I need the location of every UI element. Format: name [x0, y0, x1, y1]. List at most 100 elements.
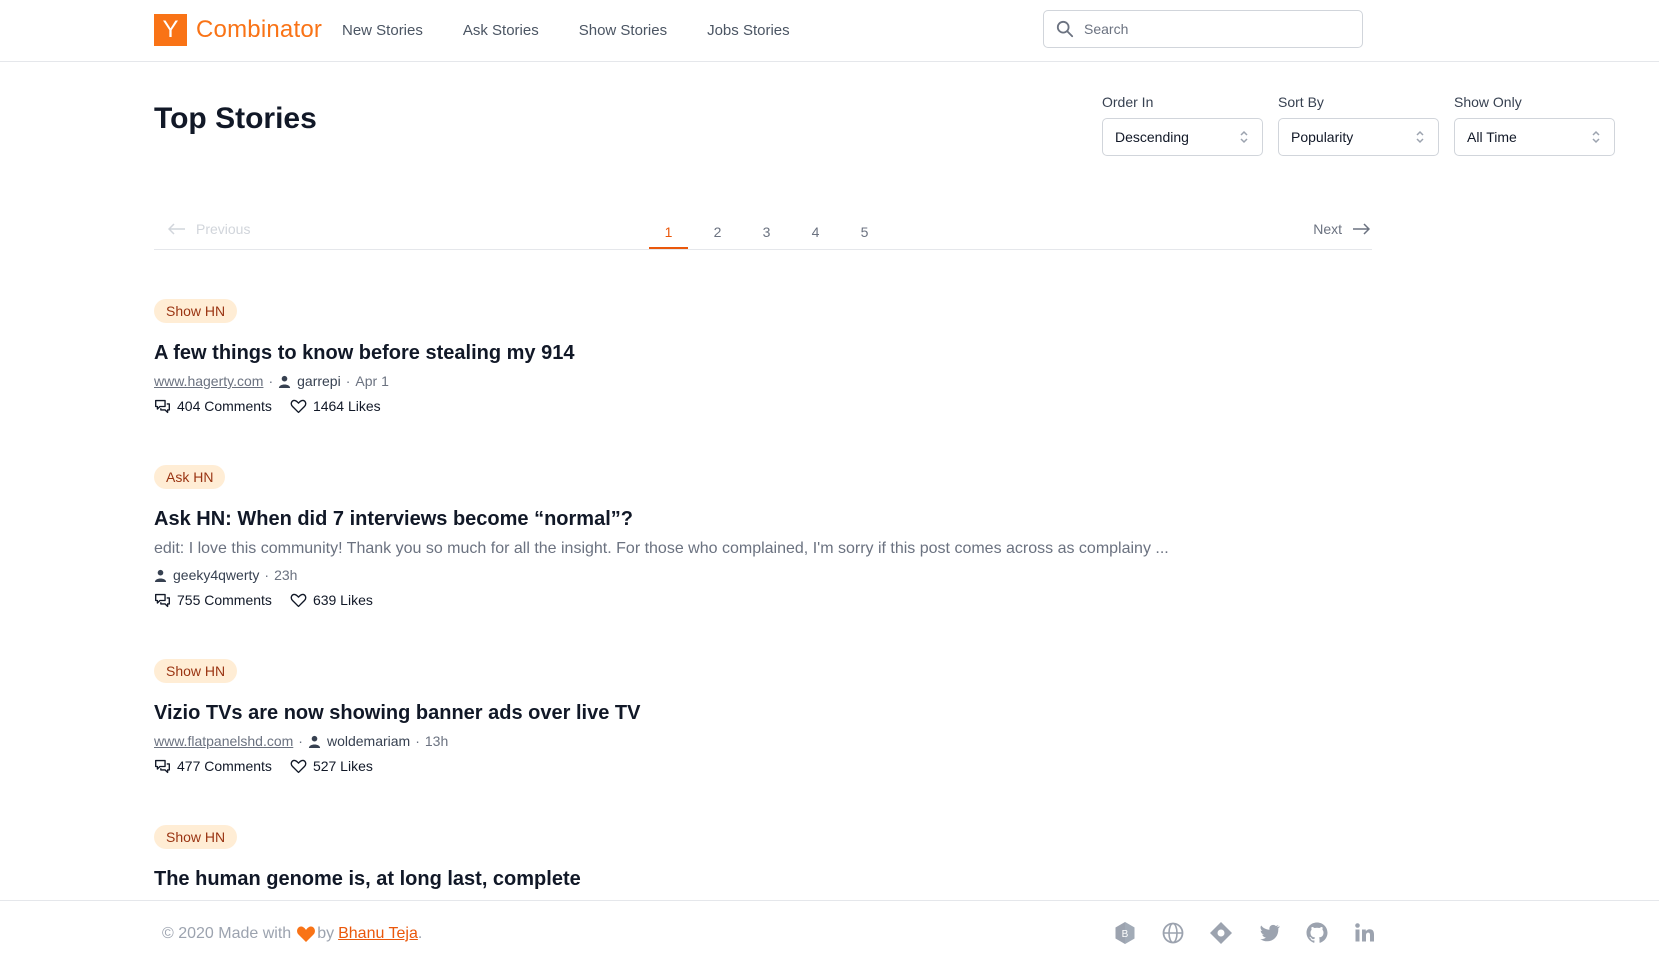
story-time: 23h — [274, 567, 298, 583]
github-icon — [1306, 922, 1328, 943]
chevron-up-down-icon — [1416, 130, 1424, 144]
story-stats: 404 Comments 1464 Likes — [154, 396, 574, 416]
top-navbar: Y Combinator New Stories Ask Stories Sho… — [0, 0, 1659, 62]
heart-icon — [297, 926, 316, 942]
separator: · — [298, 733, 303, 749]
order-in-select[interactable]: Descending — [1102, 118, 1263, 156]
dev-icon — [1210, 922, 1232, 944]
comments-link[interactable]: 477 Comments — [154, 758, 272, 775]
footer-suffix: . — [417, 925, 423, 942]
arrow-right-icon — [1353, 223, 1370, 235]
story-author[interactable]: geeky4qwerty — [154, 567, 259, 583]
story-meta: geeky4qwerty · 23h — [154, 565, 1169, 585]
story-title[interactable]: A few things to know before stealing my … — [154, 341, 574, 365]
next-label: Next — [1313, 221, 1342, 237]
separator: · — [345, 373, 351, 389]
twitter-icon — [1260, 924, 1280, 942]
story-item: Ask HN Ask HN: When did 7 interviews bec… — [154, 465, 1169, 610]
user-icon — [154, 569, 167, 582]
likes-button[interactable]: 639 Likes — [290, 592, 373, 609]
comments-icon — [155, 399, 170, 413]
footer: © 2020 Made with by Bhanu Teja . B — [0, 900, 1659, 965]
dev-link[interactable] — [1208, 920, 1234, 946]
story-badge: Ask HN — [154, 465, 226, 489]
likes-count: 527 Likes — [312, 758, 373, 774]
page-3[interactable]: 3 — [747, 214, 786, 249]
heart-icon — [290, 593, 307, 607]
story-meta: www.hagerty.com · garrepi · Apr 1 — [154, 371, 574, 391]
separator: · — [268, 373, 274, 389]
comments-link[interactable]: 755 Comments — [154, 592, 272, 609]
comments-icon — [155, 593, 170, 607]
heart-icon — [290, 759, 307, 773]
user-icon — [308, 735, 321, 748]
search-box[interactable] — [1043, 10, 1363, 48]
previous-button[interactable]: Previous — [168, 221, 250, 237]
nav-show-stories[interactable]: Show Stories — [579, 22, 667, 39]
nav-new-stories[interactable]: New Stories — [342, 22, 423, 39]
likes-button[interactable]: 527 Likes — [290, 758, 373, 775]
footer-prefix: © 2020 Made with — [162, 925, 292, 942]
github-link[interactable] — [1304, 920, 1330, 946]
story-item: Show HN A few things to know before stea… — [154, 299, 574, 416]
heart-icon — [290, 399, 307, 413]
story-badge: Show HN — [154, 825, 238, 849]
filter-sort-by: Sort By Popularity — [1278, 94, 1439, 156]
story-domain-link[interactable]: www.flatpanelshd.com — [154, 733, 293, 749]
story-author[interactable]: garrepi — [278, 373, 341, 389]
story-item: Show HN The human genome is, at long las… — [154, 825, 581, 891]
story-title[interactable]: Vizio TVs are now showing banner ads ove… — [154, 701, 640, 725]
search-icon — [1056, 20, 1074, 38]
story-domain-link[interactable]: www.hagerty.com — [154, 373, 263, 389]
story-time: Apr 1 — [355, 373, 389, 389]
linkedin-link[interactable] — [1352, 920, 1378, 946]
author-link[interactable]: Bhanu Teja — [338, 925, 418, 943]
story-badge: Show HN — [154, 299, 238, 323]
next-button[interactable]: Next — [1313, 221, 1370, 237]
page-4[interactable]: 4 — [796, 214, 835, 249]
twitter-link[interactable] — [1256, 920, 1282, 946]
social-links: B — [1112, 920, 1400, 946]
website-link[interactable] — [1160, 920, 1186, 946]
globe-icon — [1162, 922, 1184, 944]
author-name: geeky4qwerty — [173, 567, 260, 583]
author-name: garrepi — [297, 373, 341, 389]
separator: · — [415, 733, 420, 749]
hashnode-icon: B — [1115, 922, 1135, 944]
comments-count: 404 Comments — [177, 398, 272, 414]
comments-link[interactable]: 404 Comments — [154, 398, 272, 415]
filter-order-in: Order In Descending — [1102, 94, 1263, 156]
arrow-left-icon — [168, 223, 185, 235]
story-excerpt: edit: I love this community! Thank you s… — [154, 540, 1169, 557]
story-badge: Show HN — [154, 659, 238, 683]
author-name: woldemariam — [326, 733, 411, 749]
story-item: Show HN Vizio TVs are now showing banner… — [154, 659, 640, 776]
story-time: 13h — [424, 733, 449, 749]
logo[interactable]: Y Combinator — [154, 14, 322, 46]
svg-text:B: B — [1122, 929, 1129, 940]
sort-by-select[interactable]: Popularity — [1278, 118, 1439, 156]
chevron-up-down-icon — [1240, 130, 1248, 144]
search-input[interactable] — [1084, 21, 1344, 37]
story-author[interactable]: woldemariam — [308, 733, 410, 749]
likes-button[interactable]: 1464 Likes — [290, 398, 381, 415]
select-value: Popularity — [1291, 129, 1354, 145]
page-title: Top Stories — [154, 102, 317, 135]
page-1[interactable]: 1 — [649, 214, 688, 249]
select-value: Descending — [1115, 129, 1189, 145]
show-only-select[interactable]: All Time — [1454, 118, 1615, 156]
linkedin-icon — [1355, 923, 1374, 942]
pagination: Previous 1 2 3 4 5 Next — [154, 214, 1372, 250]
logo-mark: Y — [154, 14, 187, 46]
footer-by: by — [317, 925, 335, 942]
nav-jobs-stories[interactable]: Jobs Stories — [707, 22, 790, 39]
nav-ask-stories[interactable]: Ask Stories — [463, 22, 539, 39]
filter-label: Order In — [1102, 94, 1154, 110]
separator: · — [264, 567, 270, 583]
comments-icon — [155, 759, 170, 773]
hashnode-link[interactable]: B — [1112, 920, 1138, 946]
story-title[interactable]: The human genome is, at long last, compl… — [154, 867, 581, 891]
story-title[interactable]: Ask HN: When did 7 interviews become “no… — [154, 507, 1169, 531]
page-5[interactable]: 5 — [845, 214, 884, 249]
page-2[interactable]: 2 — [698, 214, 737, 249]
